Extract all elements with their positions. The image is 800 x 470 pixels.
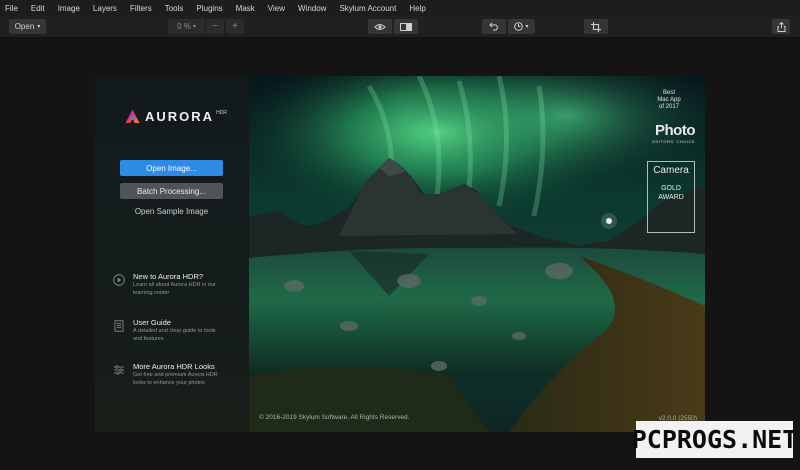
menu-help[interactable]: Help bbox=[409, 4, 425, 13]
award-best-mac-app-line2: Mac App bbox=[657, 97, 681, 103]
app-logo-suffix: HDR bbox=[216, 110, 227, 116]
menu-layers[interactable]: Layers bbox=[93, 4, 117, 13]
menu-edit[interactable]: Edit bbox=[31, 4, 45, 13]
aurora-landscape-image bbox=[249, 76, 705, 432]
open-image-button[interactable]: Open Image... bbox=[120, 160, 223, 176]
award-camera-title: Camera bbox=[653, 165, 689, 176]
help-item-description: Learn all about Aurora HDR in our learni… bbox=[133, 282, 216, 296]
undo-button[interactable] bbox=[482, 19, 506, 34]
award-best-mac-app: Best Mac App of 2017 bbox=[643, 90, 695, 111]
batch-processing-button[interactable]: Batch Processing... bbox=[120, 183, 223, 199]
share-button[interactable] bbox=[772, 19, 790, 34]
menu-plugins[interactable]: Plugins bbox=[196, 4, 222, 13]
award-best-mac-app-line1: Best bbox=[662, 90, 675, 96]
history-dropdown[interactable]: ▾ bbox=[508, 19, 535, 34]
menu-filters[interactable]: Filters bbox=[130, 4, 152, 13]
help-item-title: More Aurora HDR Looks bbox=[133, 362, 215, 371]
menu-mask[interactable]: Mask bbox=[236, 4, 255, 13]
chevron-down-icon: ▾ bbox=[192, 24, 196, 30]
zoom-dropdown[interactable]: 0 % ▾ bbox=[168, 19, 205, 34]
help-item-title: New to Aurora HDR? bbox=[133, 272, 204, 281]
open-dropdown-label: Open bbox=[14, 22, 35, 31]
help-item-description: A detailed and clear guide to tools and … bbox=[133, 328, 216, 342]
menu-bar: File Edit Image Layers Filters Tools Plu… bbox=[0, 0, 800, 16]
chevron-down-icon: ▾ bbox=[525, 24, 529, 30]
help-item-learning-center[interactable]: New to Aurora HDR? Learn all about Auror… bbox=[113, 272, 243, 304]
menu-tools[interactable]: Tools bbox=[165, 4, 184, 13]
menu-window[interactable]: Window bbox=[298, 4, 326, 13]
toolbar: Open ▾ 0 % ▾ − + ▾ bbox=[0, 16, 800, 38]
award-photo-title: Photo bbox=[655, 122, 696, 139]
award-camera-line1: GOLD bbox=[661, 185, 681, 192]
award-photo-magazine: Photo EDITORS' CHOICE bbox=[643, 122, 695, 144]
zoom-in-button[interactable]: + bbox=[226, 19, 244, 34]
clock-icon bbox=[514, 22, 524, 31]
help-item-description: Get free and premium Aurora HDR looks to… bbox=[133, 372, 218, 386]
app-logo-text: AURORA bbox=[145, 109, 215, 124]
document-icon bbox=[114, 320, 124, 332]
sliders-icon bbox=[114, 365, 124, 375]
help-item-user-guide[interactable]: User Guide A detailed and clear guide to… bbox=[113, 318, 243, 350]
open-dropdown[interactable]: Open ▾ bbox=[9, 19, 46, 34]
menu-view[interactable]: View bbox=[268, 4, 285, 13]
plus-icon: + bbox=[232, 21, 238, 32]
share-icon bbox=[777, 21, 785, 32]
preview-toggle-button[interactable] bbox=[368, 19, 392, 34]
open-sample-image-link[interactable]: Open Sample Image bbox=[120, 207, 223, 216]
menu-image[interactable]: Image bbox=[58, 4, 80, 13]
play-circle-icon bbox=[113, 274, 125, 286]
award-photo-subtitle: EDITORS' CHOICE bbox=[652, 139, 695, 144]
split-view-icon bbox=[400, 22, 412, 31]
watermark-badge: PCPROGS.NET bbox=[632, 421, 797, 458]
copyright-text: © 2016-2019 Skylum Software. All Rights … bbox=[259, 414, 410, 421]
compare-button[interactable] bbox=[394, 19, 418, 34]
crop-icon bbox=[591, 21, 601, 32]
award-camera-line2: AWARD bbox=[658, 194, 684, 201]
chevron-down-icon: ▾ bbox=[37, 24, 41, 30]
help-item-more-looks[interactable]: More Aurora HDR Looks Get free and premi… bbox=[113, 362, 243, 402]
crop-button[interactable] bbox=[584, 19, 608, 34]
app-logo: AURORA HDR bbox=[125, 109, 227, 124]
award-best-mac-app-line3: of 2017 bbox=[658, 104, 680, 110]
aurora-logo-icon bbox=[125, 109, 140, 123]
hero-image: Best Mac App of 2017 Photo EDITORS' CHOI… bbox=[249, 76, 705, 432]
minus-icon: − bbox=[212, 21, 218, 32]
eye-icon bbox=[374, 23, 386, 30]
zoom-out-button[interactable]: − bbox=[206, 19, 224, 34]
welcome-panel: AURORA HDR Open Image... Batch Processin… bbox=[95, 76, 705, 432]
welcome-sidebar: AURORA HDR Open Image... Batch Processin… bbox=[95, 76, 249, 432]
menu-skylum-account[interactable]: Skylum Account bbox=[339, 4, 396, 13]
help-item-title: User Guide bbox=[133, 318, 171, 327]
award-camera-gold: Camera GOLD AWARD bbox=[647, 161, 695, 233]
undo-icon bbox=[488, 22, 498, 31]
zoom-value: 0 % bbox=[177, 22, 191, 31]
menu-file[interactable]: File bbox=[5, 4, 18, 13]
